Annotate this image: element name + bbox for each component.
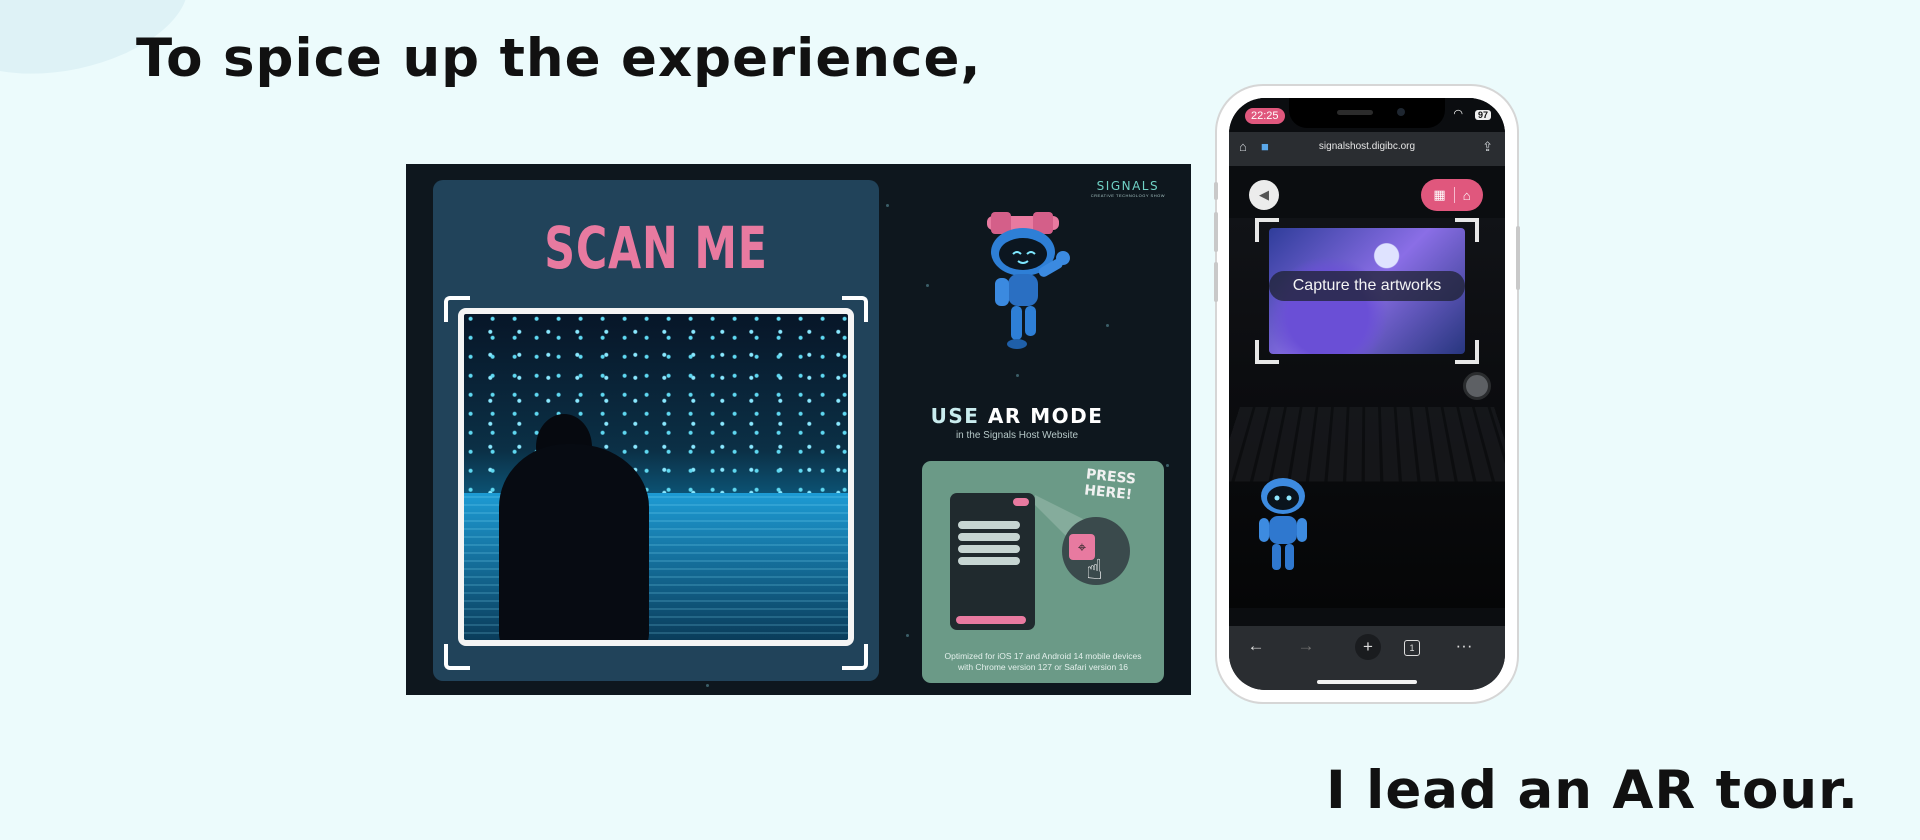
plus-icon[interactable]: + — [1355, 634, 1381, 660]
speaker-icon[interactable]: ◀ — [1249, 180, 1279, 210]
toggle-divider — [1453, 187, 1455, 203]
mini-input-bar — [956, 616, 1026, 624]
home-icon[interactable]: ⌂ — [1463, 188, 1471, 203]
compatibility-note: Optimized for iOS 17 and Android 14 mobi… — [944, 650, 1142, 672]
ar-mode-title: USE AR MODE — [930, 404, 1104, 428]
instruction-card: PRESS HERE! ⌖ ☝ Optimized for iOS 17 and… — [922, 461, 1164, 683]
press-here-label: PRESS HERE! — [1083, 466, 1137, 504]
ar-mode-subtitle: in the Signals Host Website — [955, 430, 1079, 441]
scan-me-panel: SCAN ME — [433, 180, 879, 681]
star-dot — [906, 634, 909, 637]
person-silhouette — [499, 444, 649, 640]
star-dot — [926, 284, 929, 287]
share-icon[interactable]: ⇪ — [1482, 139, 1493, 155]
browser-toolbar: ← → + 1 ··· — [1229, 626, 1505, 690]
phone-side-button — [1516, 226, 1520, 290]
phone-side-button — [1214, 262, 1218, 302]
url-text[interactable]: signalshost.digibc.org — [1229, 141, 1505, 152]
phone-mockup: 22:25 ◠ 97 ⌂ ■ signalshost.digibc.org ⇪ … — [1214, 86, 1520, 702]
phone-side-button — [1214, 182, 1218, 200]
robot-mascot — [987, 212, 1070, 349]
map-icon[interactable]: ▦ — [1433, 187, 1445, 203]
scan-corner — [1255, 340, 1279, 364]
more-icon[interactable]: ··· — [1449, 636, 1479, 660]
star-dot — [706, 684, 709, 687]
mini-chat-pill — [958, 557, 1020, 565]
browser-url-bar[interactable]: ⌂ ■ signalshost.digibc.org ⇪ — [1229, 132, 1505, 166]
phone-screen: 22:25 ◠ 97 ⌂ ■ signalshost.digibc.org ⇪ … — [1229, 98, 1505, 690]
tab-count-icon[interactable]: 1 — [1397, 636, 1427, 660]
star-dot — [886, 204, 889, 207]
mini-chat-pill — [958, 533, 1020, 541]
notch-camera — [1397, 108, 1405, 116]
star-dot — [1166, 464, 1169, 467]
scan-me-title: SCAN ME — [544, 214, 768, 282]
signals-logo: SIGNALS CREATIVE TECHNOLOGY SHOW — [1090, 179, 1165, 198]
headline-top: To spice up the experience, — [136, 28, 982, 89]
mini-ar-toggle — [1013, 498, 1029, 506]
wifi-icon: ◠ — [1453, 108, 1463, 120]
headline-bottom: I lead an AR tour. — [1326, 760, 1859, 821]
status-bar: 22:25 ◠ 97 — [1229, 98, 1505, 132]
star-dot — [1106, 324, 1109, 327]
glowworm-cave-artwork — [458, 308, 854, 646]
arrow-left-icon[interactable]: ← — [1241, 636, 1271, 660]
ar-camera-view: Capture the artworks — [1229, 218, 1505, 608]
notch-speaker — [1337, 110, 1373, 115]
ar-poster: SCAN ME SIGNALS CREATIVE TECHNOLOGY SHOW… — [406, 164, 1191, 695]
mini-chat-pill — [958, 545, 1020, 553]
mini-chat-pill — [958, 521, 1020, 529]
star-dot — [1016, 374, 1019, 377]
battery-icon: 97 — [1474, 110, 1491, 120]
home-indicator — [1317, 680, 1417, 684]
scan-corner — [1455, 340, 1479, 364]
map-home-toggle[interactable]: ▦ ⌂ — [1421, 179, 1483, 211]
scan-corner — [1255, 218, 1279, 242]
phone-notch — [1289, 98, 1445, 128]
status-time: 22:25 — [1245, 108, 1285, 124]
capture-artworks-label: Capture the artworks — [1269, 271, 1465, 301]
capture-button[interactable] — [1463, 372, 1491, 400]
arrow-right-icon[interactable]: → — [1291, 636, 1321, 660]
ar-robot-model — [1259, 478, 1307, 570]
laptop-keyboard-background — [1229, 407, 1505, 482]
phone-side-button — [1214, 212, 1218, 252]
frame-corner — [444, 644, 470, 670]
frame-corner — [842, 644, 868, 670]
mini-phone-mockup — [950, 493, 1035, 630]
scan-corner — [1455, 218, 1479, 242]
pointing-hand-icon: ☝ — [1086, 554, 1104, 585]
